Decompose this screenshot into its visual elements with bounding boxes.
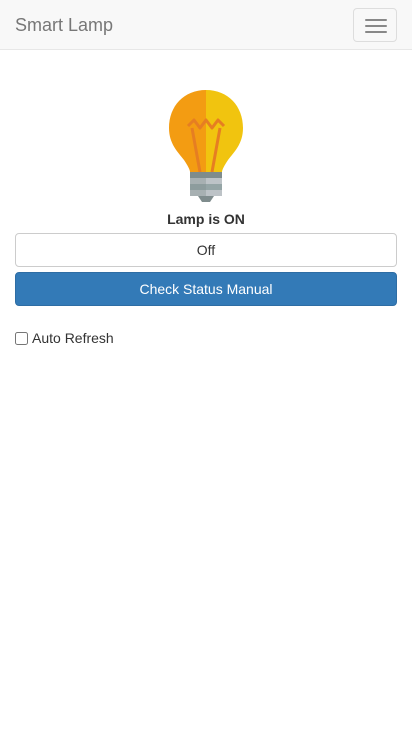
navbar: Smart Lamp — [0, 0, 412, 50]
lamp-off-button[interactable]: Off — [15, 233, 397, 267]
auto-refresh-checkbox[interactable] — [15, 331, 28, 345]
lamp-status-text: Lamp is ON — [167, 211, 245, 227]
light-bulb-icon — [164, 88, 248, 204]
navbar-toggle-button[interactable] — [353, 8, 397, 42]
navbar-brand[interactable]: Smart Lamp — [15, 15, 113, 35]
auto-refresh-label: Auto Refresh — [32, 330, 114, 346]
check-status-button[interactable]: Check Status Manual — [15, 272, 397, 306]
auto-refresh-control[interactable]: Auto Refresh — [15, 328, 114, 348]
